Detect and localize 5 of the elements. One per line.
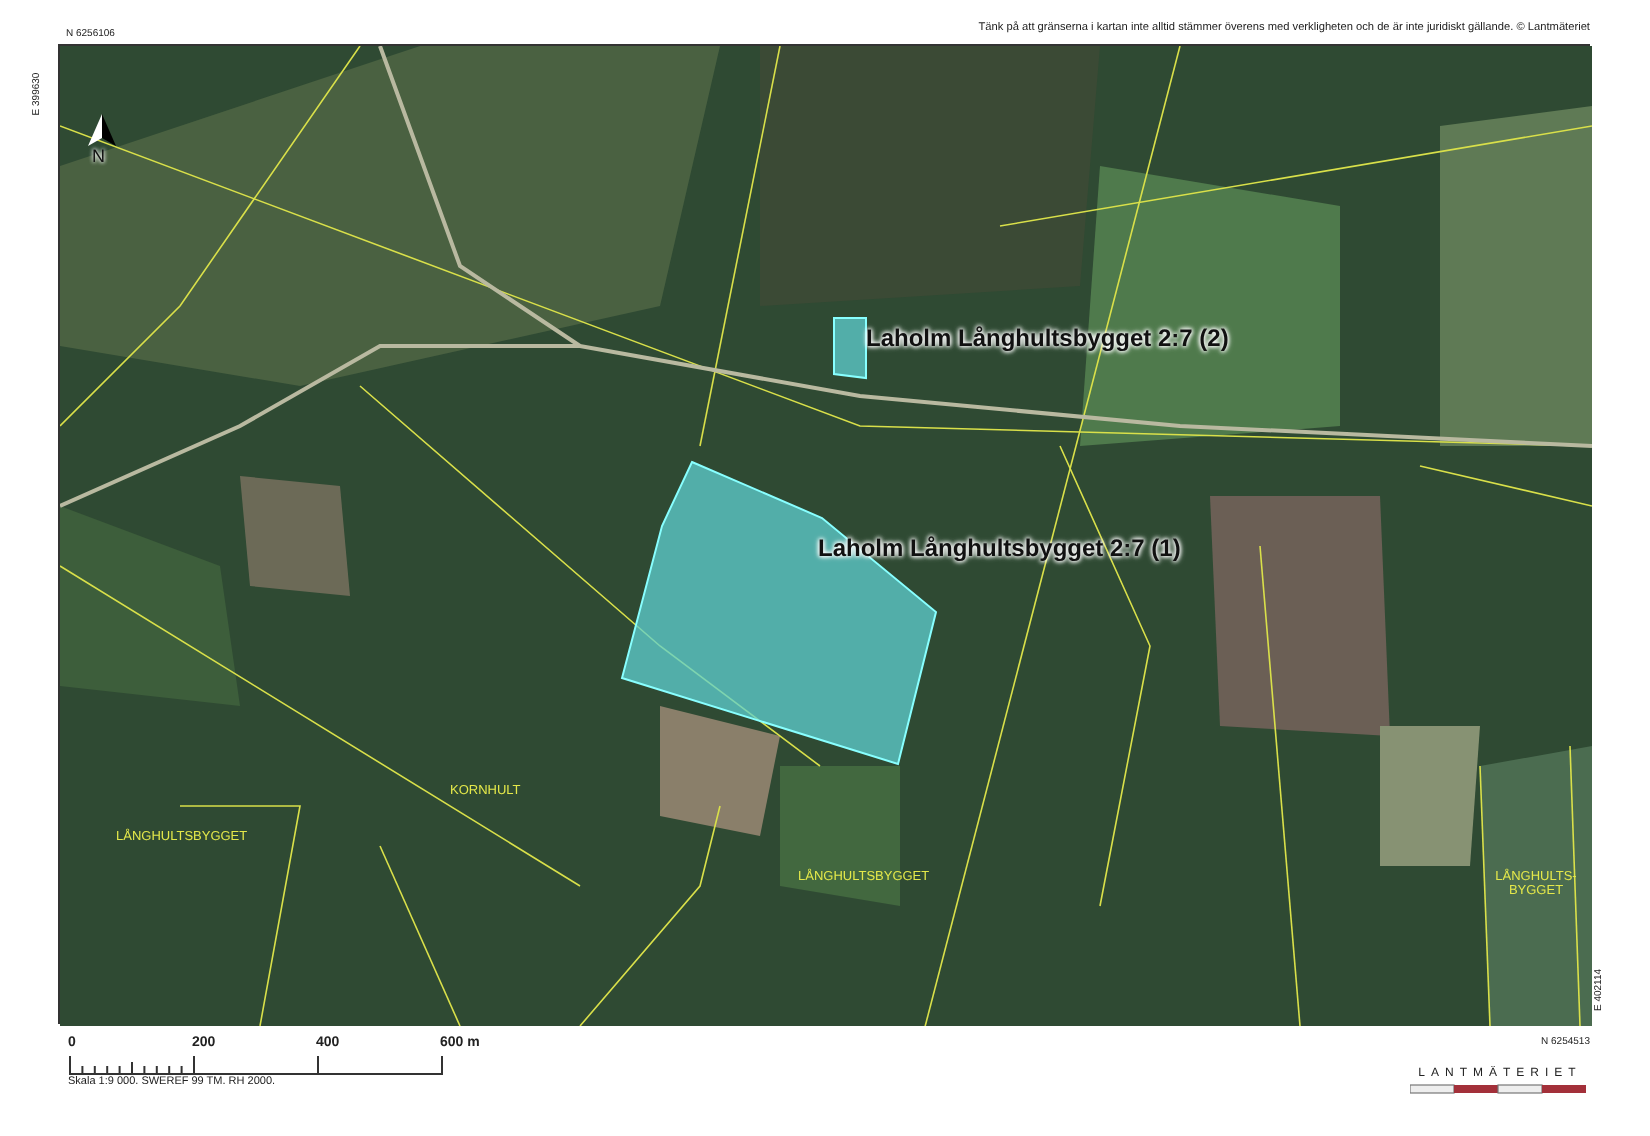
north-arrow-icon: [88, 114, 116, 146]
scale-bar-icon: [68, 1056, 448, 1076]
north-label: N: [92, 146, 105, 166]
logo-bar-icon: [1410, 1084, 1590, 1094]
highlighted-parcel: [833, 317, 867, 380]
